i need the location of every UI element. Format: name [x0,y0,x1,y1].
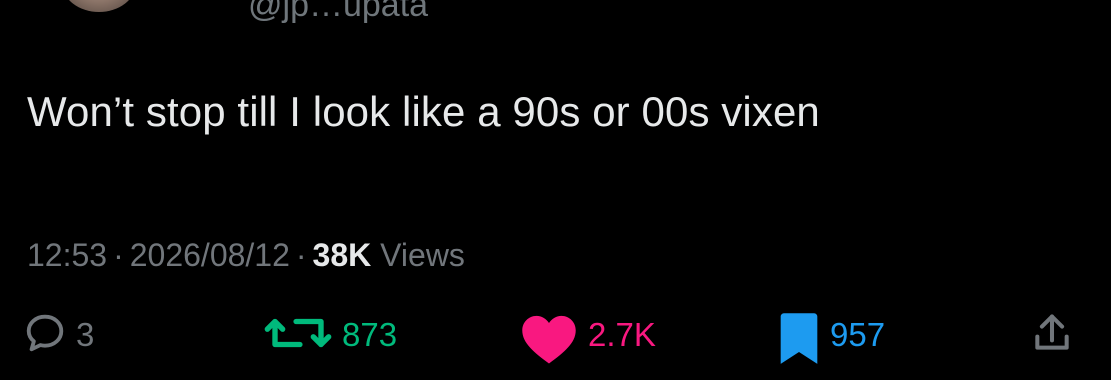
views-count[interactable]: 38K [313,237,372,273]
heart-icon [518,310,580,366]
bookmark-button[interactable]: 957 [776,310,885,366]
reply-button[interactable]: 3 [22,310,94,356]
reply-count: 3 [76,316,95,353]
like-count: 2.7K [588,316,656,353]
bookmark-count: 957 [830,316,886,353]
tweet-meta: 12:53 · 2026/08/12 · 38K Views [27,237,465,274]
tweet-time[interactable]: 12:53 [27,237,107,273]
retweet-count: 873 [342,316,398,353]
retweet-button[interactable]: 873 [262,310,397,356]
meta-separator: · [295,237,307,273]
author-handle[interactable]: @jp…upata [248,0,428,22]
share-button[interactable] [1030,310,1074,356]
retweet-arrows-icon [262,310,334,356]
tweet-date[interactable]: 2026/08/12 [130,237,290,273]
views-label[interactable]: Views [380,237,465,273]
like-button[interactable]: 2.7K [518,310,656,366]
tweet-text: Won’t stop till I look like a 90s or 00s… [27,88,820,135]
bookmark-icon [776,310,822,366]
share-icon [1030,310,1074,356]
speech-bubble-icon [22,310,68,356]
meta-separator: · [113,237,124,273]
avatar[interactable] [62,0,136,12]
